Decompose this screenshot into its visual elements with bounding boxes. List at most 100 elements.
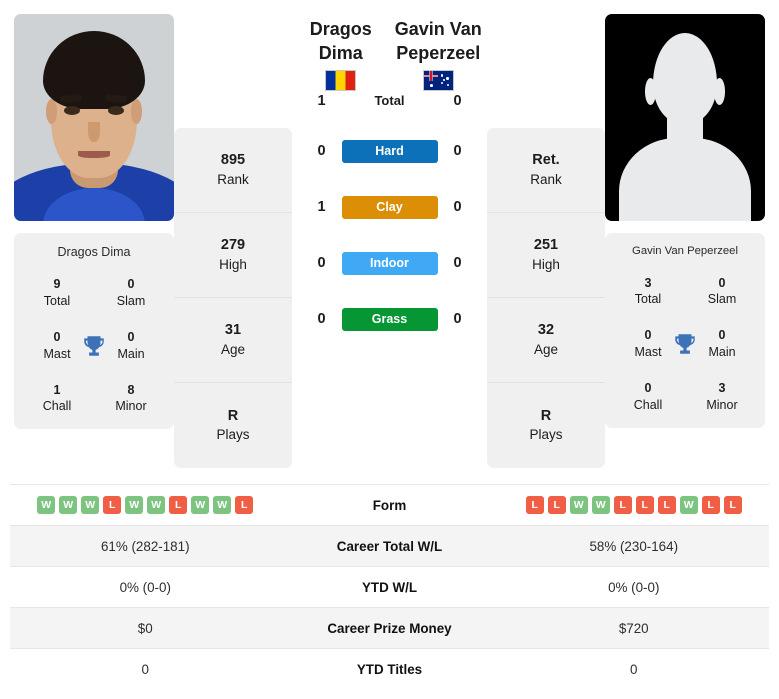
- stat-value: Ret.: [532, 152, 560, 169]
- titles-value: 1: [53, 382, 61, 397]
- h2h-row-clay: 1 Clay 0: [292, 179, 487, 235]
- h2h-indoor-right-score: 0: [453, 255, 462, 271]
- player-compare-section: Dragos Dima 9 Total 0 Slam 0 Mast 0 Main…: [0, 0, 779, 470]
- titles-cell-minor: 8 Minor: [94, 382, 168, 416]
- right-career-wl: 58% (230-164): [589, 538, 679, 554]
- right-stat-rank: Ret. Rank: [487, 128, 605, 213]
- h2h-clay-badge-wrap: Clay: [341, 195, 438, 219]
- left-player-photo[interactable]: [14, 14, 174, 221]
- stat-label: High: [532, 256, 560, 272]
- titles-cell-slam: 0 Slam: [685, 275, 759, 309]
- photo-eye-left: [63, 106, 80, 116]
- titles-value: 3: [644, 275, 652, 290]
- silhouette-ear-left: [645, 78, 657, 106]
- stat-label: Plays: [529, 427, 563, 443]
- photo-ear-left: [46, 98, 58, 124]
- form-badge-loss: L: [723, 496, 742, 514]
- right-titles-player-name: Gavin Van Peperzeel: [632, 245, 738, 257]
- h2h-row-hard: 0 Hard 0: [292, 123, 487, 179]
- form-badge-win: W: [81, 496, 100, 514]
- stat-value: R: [227, 407, 239, 424]
- titles-value: 3: [718, 381, 726, 396]
- titles-label: Chall: [42, 399, 72, 414]
- h2h-total-label-wrap: Total: [342, 92, 438, 110]
- titles-cell-total: 9 Total: [20, 276, 94, 310]
- left-player-column: Dragos Dima 9 Total 0 Slam 0 Mast 0 Main…: [14, 14, 174, 430]
- row-label-ytd-titles: YTD Titles: [356, 661, 423, 677]
- form-badge-win: W: [569, 496, 588, 514]
- titles-label: Slam: [707, 292, 737, 307]
- table-row-ytd-wl: 0% (0-0) YTD W/L 0% (0-0): [10, 566, 769, 607]
- left-titles-player-name: Dragos Dima: [57, 245, 131, 259]
- photo-ear-right: [130, 98, 142, 124]
- titles-label: Slam: [116, 293, 146, 308]
- left-stat-plays: R Plays: [174, 383, 292, 468]
- silhouette-body: [619, 138, 751, 221]
- left-stats-card: 895 Rank 279 High 31 Age R Plays: [174, 128, 292, 468]
- h2h-total-left-score: 1: [317, 93, 326, 109]
- row-label-form: Form: [372, 497, 407, 513]
- right-form-cell: LLWWLLLWLL: [499, 496, 770, 514]
- surface-button-grass[interactable]: Grass: [341, 307, 438, 331]
- titles-cell-slam: 0 Slam: [94, 276, 168, 310]
- surface-button-indoor[interactable]: Indoor: [341, 251, 438, 275]
- table-row-ytd-titles: 0 YTD Titles 0: [10, 648, 769, 689]
- form-badge-loss: L: [169, 496, 188, 514]
- right-stat-age: 32 Age: [487, 298, 605, 383]
- stat-value: 251: [533, 237, 559, 254]
- titles-cell-chall: 1 Chall: [20, 382, 94, 416]
- form-badge-win: W: [37, 496, 56, 514]
- h2h-hard-badge-wrap: Hard: [341, 139, 438, 163]
- trophy-icon: [84, 335, 104, 356]
- stat-label: Age: [533, 341, 559, 357]
- h2h-hard-left-score: 0: [317, 143, 326, 159]
- row-label-career-wl: Career Total W/L: [336, 538, 443, 554]
- left-stat-age: 31 Age: [174, 298, 292, 383]
- left-titles-card: Dragos Dima 9 Total 0 Slam 0 Mast 0 Main…: [14, 233, 174, 430]
- right-ytd-titles: 0: [630, 661, 638, 677]
- left-career-prize: $0: [137, 620, 153, 636]
- form-badge-loss: L: [525, 496, 544, 514]
- row-label-career-prize: Career Prize Money: [327, 620, 452, 636]
- h2h-clay-right-score: 0: [453, 199, 462, 215]
- form-badge-loss: L: [613, 496, 632, 514]
- table-row-career-wl: 61% (282-181) Career Total W/L 58% (230-…: [10, 525, 769, 566]
- titles-value: 8: [127, 382, 135, 397]
- h2h-grass-left-score: 0: [317, 311, 326, 327]
- right-player-name-line2: Peperzeel: [396, 42, 481, 63]
- form-badge-loss: L: [701, 496, 720, 514]
- stat-label: Plays: [216, 427, 250, 443]
- stat-value: R: [540, 407, 552, 424]
- right-career-prize: $720: [618, 620, 649, 636]
- titles-label: Minor: [706, 397, 738, 412]
- stat-label: Rank: [217, 171, 249, 187]
- right-player-photo[interactable]: [605, 14, 765, 221]
- stat-value: 279: [220, 237, 246, 254]
- right-titles-grid: 3 Total 0 Slam 0 Mast 0 Main 0 Chall 3 M…: [611, 275, 759, 414]
- right-player-name-line1: Gavin Van: [394, 19, 482, 39]
- h2h-indoor-left-score: 0: [317, 255, 326, 271]
- form-badge-win: W: [213, 496, 232, 514]
- stat-label: Age: [220, 341, 246, 357]
- form-badge-win: W: [591, 496, 610, 514]
- form-badge-loss: L: [103, 496, 122, 514]
- form-badge-win: W: [679, 496, 698, 514]
- titles-cell-total: 3 Total: [611, 275, 685, 309]
- stat-value: 31: [224, 322, 242, 339]
- form-badge-win: W: [191, 496, 210, 514]
- left-ytd-wl: 0% (0-0): [119, 579, 171, 595]
- table-row-form: WWWLWWLWWL Form LLWWLLLWLL: [10, 484, 769, 525]
- left-form-badges: WWWLWWLWWL: [10, 496, 281, 514]
- right-player-name: Gavin Van Peperzeel: [390, 18, 488, 70]
- australia-flag-icon: [422, 70, 454, 91]
- left-flag-wrap: [292, 70, 390, 91]
- surface-button-hard[interactable]: Hard: [341, 139, 438, 163]
- form-badge-loss: L: [657, 496, 676, 514]
- titles-value: 9: [53, 277, 61, 291]
- stat-label: Rank: [530, 171, 562, 187]
- surface-button-clay[interactable]: Clay: [341, 195, 438, 219]
- right-player-column: Gavin Van Peperzeel 3 Total 0 Slam 0 Mas…: [605, 14, 765, 428]
- h2h-grass-right-score: 0: [453, 311, 462, 327]
- right-stats-card: Ret. Rank 251 High 32 Age R Plays: [487, 128, 605, 468]
- right-flag-wrap: [390, 70, 488, 91]
